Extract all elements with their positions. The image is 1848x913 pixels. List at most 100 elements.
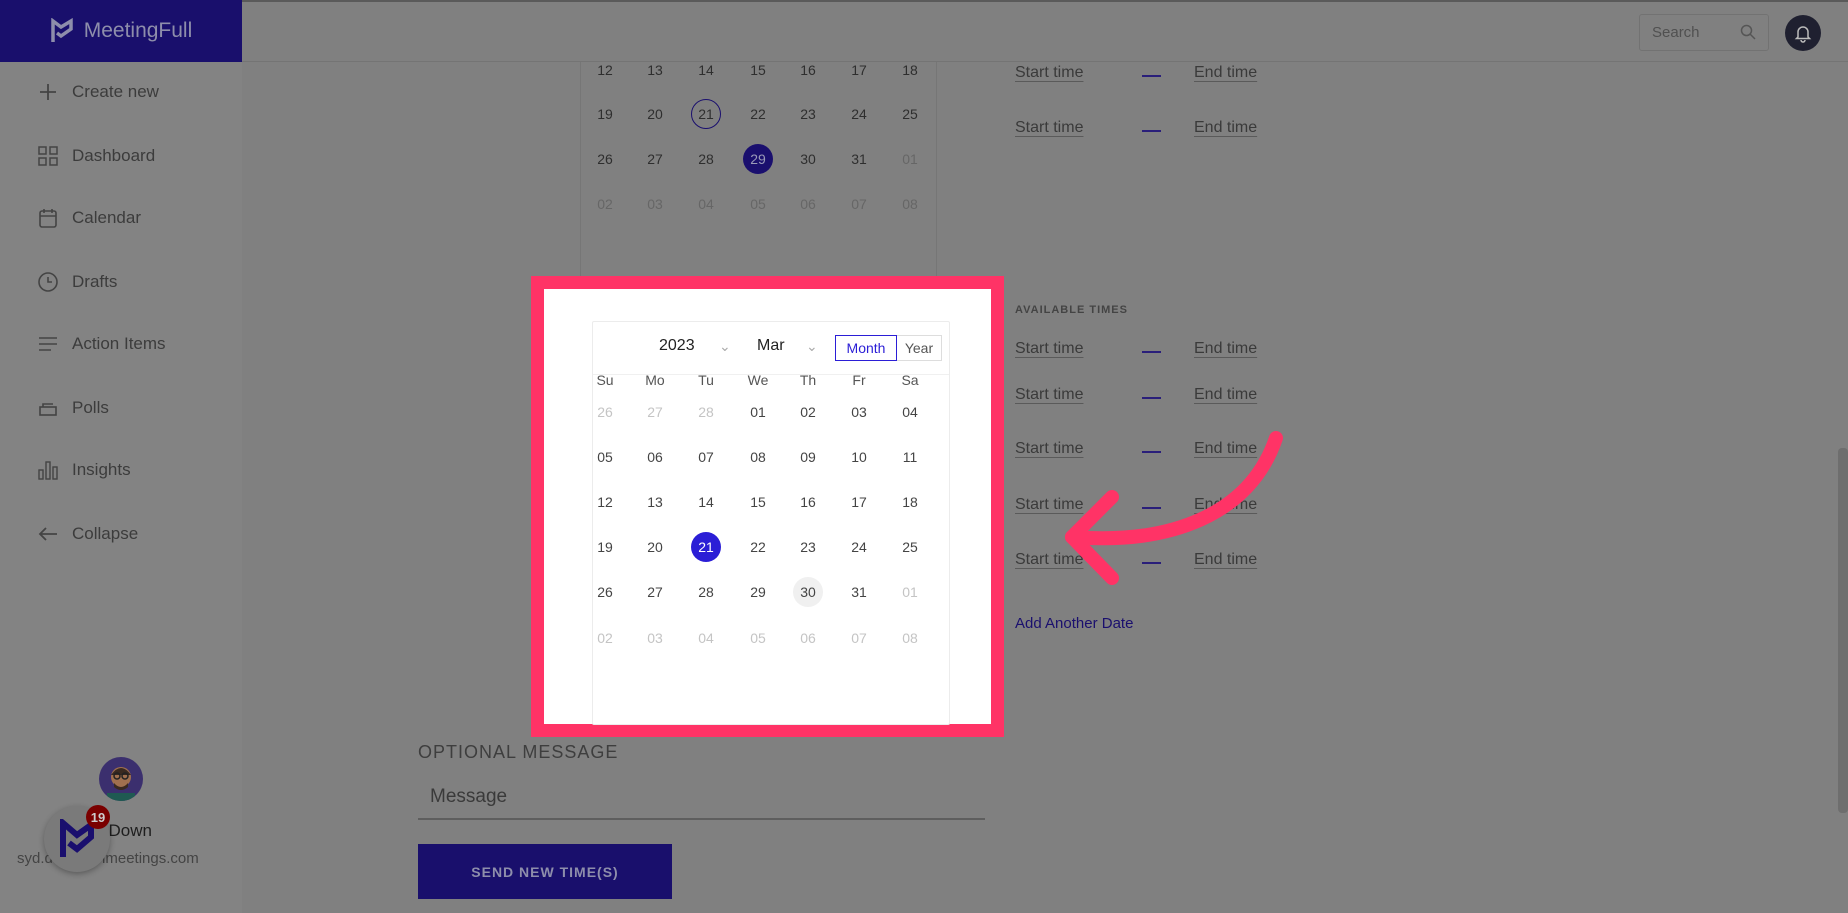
background-calendar-day[interactable]: 03 — [640, 189, 670, 219]
calendar-day[interactable]: 02 — [590, 623, 620, 653]
calendar-day[interactable]: 21 — [691, 532, 721, 562]
sidebar-item-action-items[interactable]: Action Items — [36, 332, 166, 356]
sidebar-item-polls[interactable]: Polls — [36, 396, 109, 420]
background-calendar-day[interactable]: 12 — [590, 55, 620, 85]
end-time-link[interactable]: End time — [1194, 340, 1257, 358]
calendar-day[interactable]: 05 — [590, 442, 620, 472]
year-chevron-down-icon[interactable]: ⌄ — [719, 338, 731, 355]
background-calendar-day[interactable]: 14 — [691, 55, 721, 85]
calendar-day[interactable]: 28 — [691, 577, 721, 607]
start-time-link[interactable]: Start time — [1015, 386, 1083, 404]
background-calendar-day[interactable]: 31 — [844, 144, 874, 174]
calendar-day[interactable]: 23 — [793, 532, 823, 562]
calendar-day[interactable]: 20 — [640, 532, 670, 562]
background-calendar-day[interactable]: 19 — [590, 99, 620, 129]
calendar-day[interactable]: 02 — [793, 397, 823, 427]
user-avatar[interactable] — [99, 757, 143, 801]
message-input[interactable]: Message — [418, 786, 985, 820]
start-time-link[interactable]: Start time — [1015, 440, 1083, 458]
background-calendar-day[interactable]: 01 — [895, 144, 925, 174]
sidebar-item-calendar[interactable]: Calendar — [36, 206, 141, 230]
background-calendar-day[interactable]: 08 — [895, 189, 925, 219]
calendar-day[interactable]: 08 — [743, 442, 773, 472]
calendar-day[interactable]: 01 — [895, 577, 925, 607]
sidebar-item-drafts[interactable]: Drafts — [36, 270, 117, 294]
end-time-link[interactable]: End time — [1194, 386, 1257, 404]
send-new-times-button[interactable]: SEND NEW TIME(S) — [418, 844, 672, 899]
calendar-day[interactable]: 15 — [743, 487, 773, 517]
end-time-link[interactable]: End time — [1194, 496, 1257, 514]
background-calendar-day[interactable]: 27 — [640, 144, 670, 174]
background-calendar-day[interactable]: 06 — [793, 189, 823, 219]
scrollbar[interactable] — [1838, 448, 1848, 813]
calendar-day[interactable]: 29 — [743, 577, 773, 607]
background-calendar-day[interactable]: 17 — [844, 55, 874, 85]
calendar-day[interactable]: 25 — [895, 532, 925, 562]
calendar-day[interactable]: 10 — [844, 442, 874, 472]
background-calendar-day[interactable]: 15 — [743, 55, 773, 85]
sidebar-item-insights[interactable]: Insights — [36, 458, 131, 482]
start-time-link[interactable]: Start time — [1015, 496, 1083, 514]
year-select[interactable]: 2023 — [659, 337, 695, 355]
sidebar-item-create-new[interactable]: Create new — [36, 80, 159, 104]
start-time-link[interactable]: Start time — [1015, 340, 1083, 358]
calendar-day[interactable]: 03 — [844, 397, 874, 427]
calendar-day[interactable]: 18 — [895, 487, 925, 517]
calendar-day[interactable]: 27 — [640, 577, 670, 607]
background-calendar-day[interactable]: 16 — [793, 55, 823, 85]
background-calendar-day[interactable]: 29 — [743, 144, 773, 174]
background-calendar-day[interactable]: 02 — [590, 189, 620, 219]
calendar-day[interactable]: 06 — [793, 623, 823, 653]
background-calendar-day[interactable]: 21 — [691, 99, 721, 129]
background-calendar-day[interactable]: 30 — [793, 144, 823, 174]
month-mode-button[interactable]: Month — [835, 335, 897, 361]
calendar-day[interactable]: 31 — [844, 577, 874, 607]
sidebar-item-dashboard[interactable]: Dashboard — [36, 144, 155, 168]
calendar-day[interactable]: 07 — [844, 623, 874, 653]
month-chevron-down-icon[interactable]: ⌄ — [806, 338, 818, 355]
month-select[interactable]: Mar — [757, 337, 785, 355]
background-calendar-day[interactable]: 18 — [895, 55, 925, 85]
background-calendar-day[interactable]: 24 — [844, 99, 874, 129]
add-another-date-link[interactable]: Add Another Date — [1015, 615, 1133, 632]
year-mode-button[interactable]: Year — [896, 335, 942, 361]
notifications-bell-icon[interactable] — [1785, 15, 1821, 51]
calendar-day[interactable]: 04 — [895, 397, 925, 427]
start-time-link[interactable]: Start time — [1015, 551, 1083, 569]
calendar-day[interactable]: 14 — [691, 487, 721, 517]
calendar-day[interactable]: 22 — [743, 532, 773, 562]
background-calendar-day[interactable]: 13 — [640, 55, 670, 85]
background-calendar-day[interactable]: 05 — [743, 189, 773, 219]
background-calendar-day[interactable]: 20 — [640, 99, 670, 129]
background-calendar-day[interactable]: 07 — [844, 189, 874, 219]
start-time-link[interactable]: Start time — [1015, 119, 1083, 137]
end-time-link[interactable]: End time — [1194, 551, 1257, 569]
app-logo[interactable]: MeetingFull — [0, 0, 242, 62]
end-time-link[interactable]: End time — [1194, 119, 1257, 137]
calendar-day[interactable]: 04 — [691, 623, 721, 653]
calendar-day[interactable]: 30 — [793, 577, 823, 607]
search-input[interactable]: Search — [1639, 14, 1769, 51]
calendar-day[interactable]: 24 — [844, 532, 874, 562]
background-calendar-day[interactable]: 04 — [691, 189, 721, 219]
calendar-day[interactable]: 19 — [590, 532, 620, 562]
end-time-link[interactable]: End time — [1194, 64, 1257, 82]
calendar-day[interactable]: 26 — [590, 397, 620, 427]
start-time-link[interactable]: Start time — [1015, 64, 1083, 82]
calendar-day[interactable]: 09 — [793, 442, 823, 472]
calendar-day[interactable]: 16 — [793, 487, 823, 517]
calendar-day[interactable]: 17 — [844, 487, 874, 517]
calendar-day[interactable]: 07 — [691, 442, 721, 472]
background-calendar-day[interactable]: 28 — [691, 144, 721, 174]
calendar-day[interactable]: 05 — [743, 623, 773, 653]
calendar-day[interactable]: 27 — [640, 397, 670, 427]
end-time-link[interactable]: End time — [1194, 440, 1257, 458]
calendar-day[interactable]: 28 — [691, 397, 721, 427]
calendar-day[interactable]: 26 — [590, 577, 620, 607]
calendar-day[interactable]: 11 — [895, 442, 925, 472]
calendar-day[interactable]: 12 — [590, 487, 620, 517]
search-icon[interactable] — [1740, 24, 1756, 44]
calendar-day[interactable]: 01 — [743, 397, 773, 427]
sidebar-item-collapse[interactable]: Collapse — [36, 522, 138, 546]
background-calendar-day[interactable]: 22 — [743, 99, 773, 129]
